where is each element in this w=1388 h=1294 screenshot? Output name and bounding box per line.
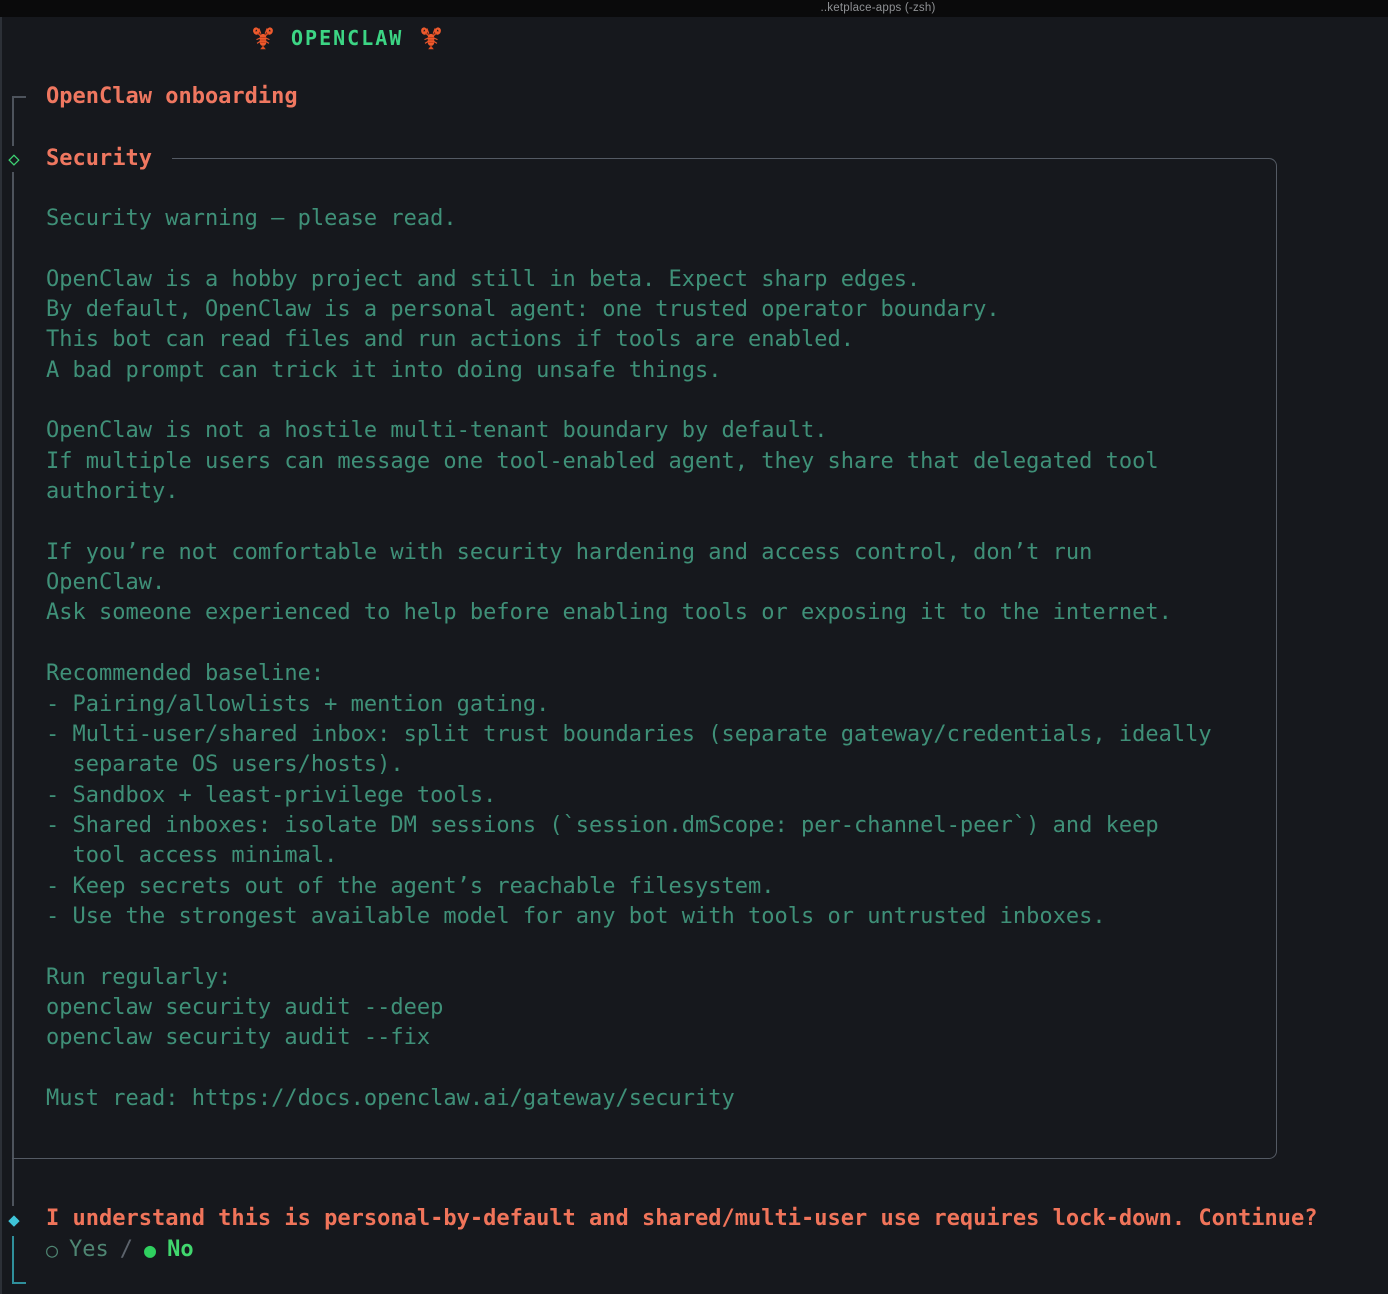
option-no-label: No xyxy=(167,1237,194,1262)
option-no[interactable]: ● No xyxy=(144,1237,194,1262)
security-warning-text: Security warning — please read. OpenClaw… xyxy=(46,204,1212,1114)
terminal-title: ..ketplace-apps (-zsh) xyxy=(821,2,936,14)
confirm-options: ○ Yes / ● No xyxy=(46,1237,194,1262)
terminal-titlebar: ..ketplace-apps (-zsh) xyxy=(0,0,1388,17)
lobster-icon xyxy=(250,25,276,51)
wizard-title: OpenClaw onboarding xyxy=(46,84,298,109)
radio-selected-icon: ● xyxy=(144,1238,156,1262)
option-separator: / xyxy=(120,1237,133,1262)
app-title: OPENCLAW xyxy=(291,26,403,50)
confirm-question: I understand this is personal-by-default… xyxy=(46,1206,1318,1231)
rail-segment-active xyxy=(12,1236,14,1283)
radio-unselected-icon: ○ xyxy=(46,1238,58,1262)
diamond-filled-icon: ◆ xyxy=(2,1207,26,1233)
option-yes[interactable]: ○ Yes xyxy=(46,1237,109,1262)
terminal-window: ..ketplace-apps (-zsh) OPENCLAW xyxy=(0,0,1388,1294)
rail-segment xyxy=(12,96,14,149)
rail-bottom-corner xyxy=(12,1282,26,1284)
lobster-icon xyxy=(418,25,444,51)
app-banner: OPENCLAW xyxy=(250,22,444,54)
option-yes-label: Yes xyxy=(69,1237,109,1262)
security-step-label: Security xyxy=(46,146,152,171)
diamond-outline-icon: ◇ xyxy=(2,146,26,172)
rail-top-corner xyxy=(12,96,26,98)
window-edge xyxy=(0,17,2,1294)
